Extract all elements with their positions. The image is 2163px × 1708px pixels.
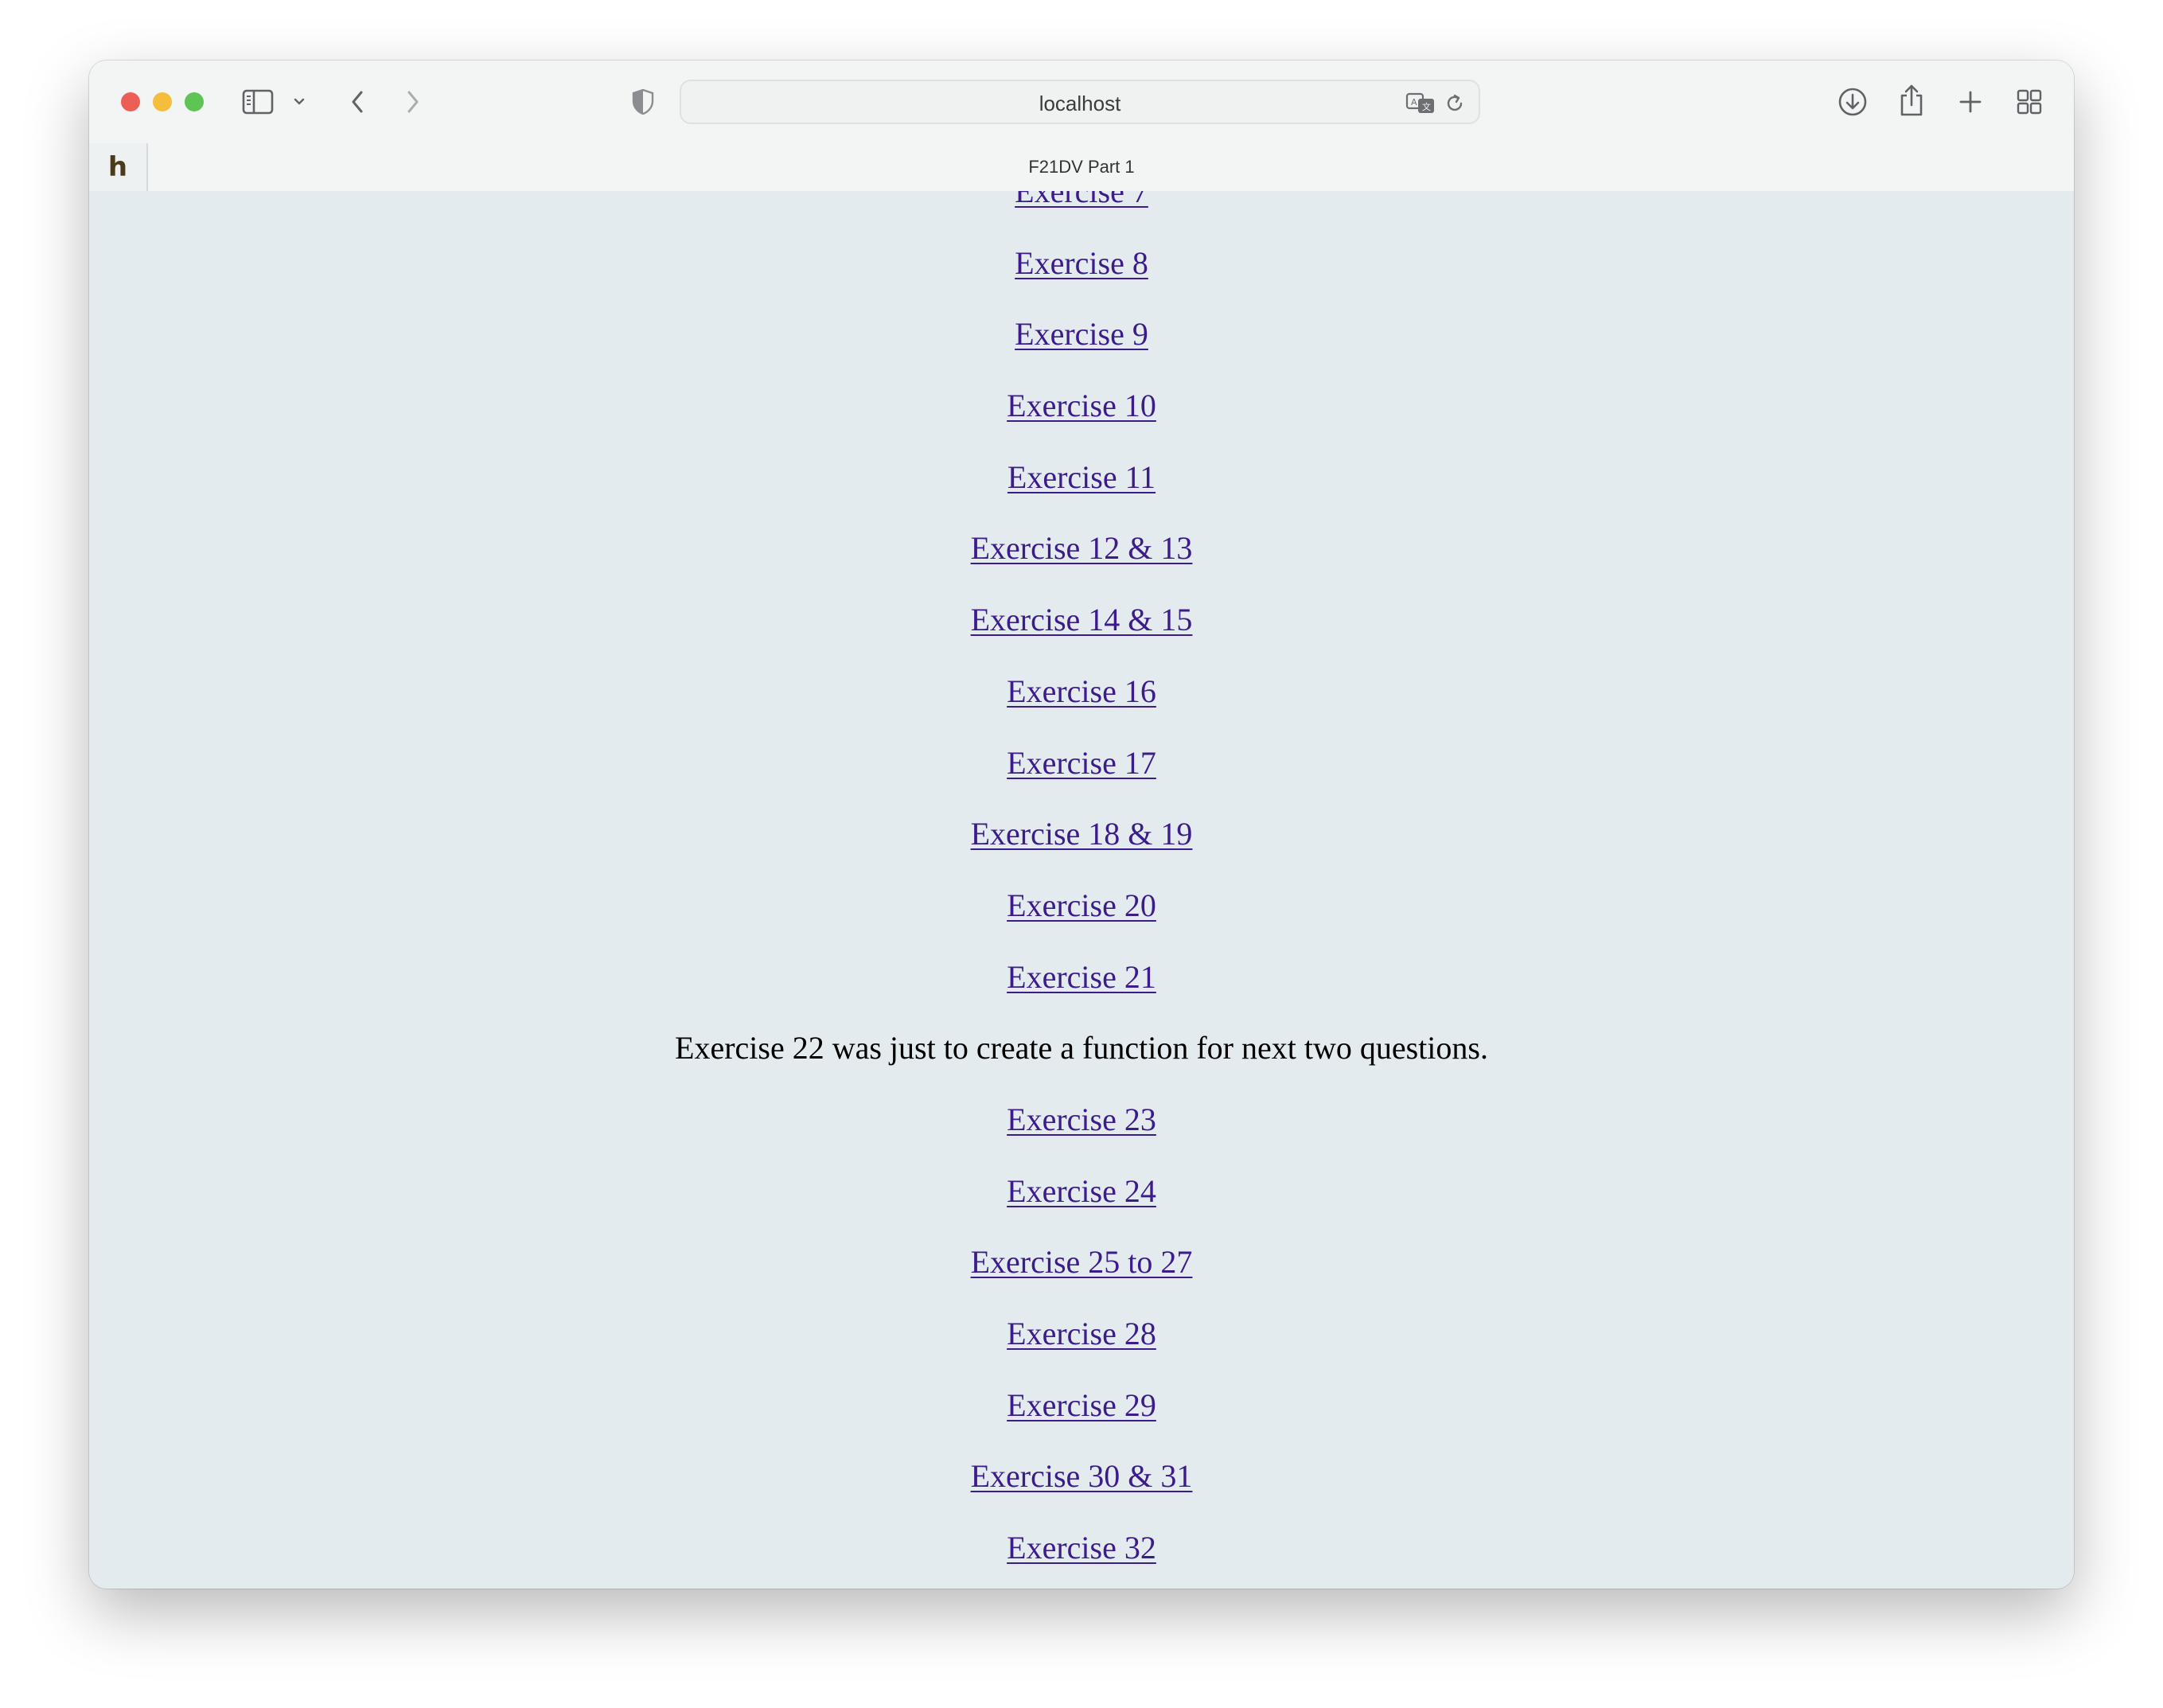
list-item: Exercise 11 [89,442,2074,513]
grid-icon[interactable] [2015,86,2044,118]
list-item: Exercise 23 [89,1084,2074,1156]
svg-text:文: 文 [1422,101,1431,112]
list-item: Exercise 9 [89,298,2074,370]
exercise-16-link[interactable]: Exercise 16 [1007,673,1156,709]
exercise-25-27-link[interactable]: Exercise 25 to 27 [971,1244,1193,1280]
browser-window: localhost A 文 F21DV Part 1 h Exercise 7 … [89,60,2074,1589]
exercise-11-link[interactable]: Exercise 11 [1007,459,1156,495]
list-item: Exercise 32 [89,1512,2074,1584]
exercise-29-link[interactable]: Exercise 29 [1007,1387,1156,1423]
close-window-button[interactable] [121,92,140,111]
svg-text:A: A [1411,97,1417,107]
minimize-window-button[interactable] [153,92,172,111]
list-item: Exercise 20 [89,870,2074,942]
exercise-18-19-link[interactable]: Exercise 18 & 19 [971,816,1193,852]
maximize-window-button[interactable] [185,92,204,111]
exercise-8-link[interactable]: Exercise 8 [1015,245,1148,281]
exercise-list: Exercise 7 Exercise 8 Exercise 9 Exercis… [89,191,2074,1584]
chevron-down-icon[interactable] [291,92,307,111]
list-item: Exercise 12 & 13 [89,513,2074,584]
list-item: Exercise 22 was just to create a functio… [89,1012,2074,1084]
list-item: Exercise 29 [89,1370,2074,1441]
list-item: Exercise 25 to 27 [89,1226,2074,1298]
favicon-letter: h [107,151,128,183]
exercise-23-link[interactable]: Exercise 23 [1007,1102,1156,1137]
reload-icon[interactable] [1442,91,1467,116]
sidebar-icon[interactable] [242,88,274,116]
list-item: Exercise 18 & 19 [89,798,2074,870]
exercise-21-link[interactable]: Exercise 21 [1007,959,1156,995]
list-item: Exercise 28 [89,1298,2074,1370]
list-item: Exercise 14 & 15 [89,584,2074,656]
share-icon[interactable] [1897,81,1926,119]
tab-title[interactable]: F21DV Part 1 [89,143,2074,191]
list-item: Exercise 17 [89,727,2074,799]
exercise-14-15-link[interactable]: Exercise 14 & 15 [971,602,1193,638]
exercise-30-31-link[interactable]: Exercise 30 & 31 [971,1458,1193,1494]
exercise-7-link[interactable]: Exercise 7 [1015,191,1148,209]
plus-icon[interactable] [1956,86,1985,118]
list-item: Exercise 30 & 31 [89,1441,2074,1512]
list-item: Exercise 24 [89,1156,2074,1227]
browser-toolbar: localhost A 文 [89,60,2074,143]
tab-bar: F21DV Part 1 h [89,143,2074,193]
exercise-32-link[interactable]: Exercise 32 [1007,1530,1156,1566]
exercise-12-13-link[interactable]: Exercise 12 & 13 [971,530,1193,566]
exercise-28-link[interactable]: Exercise 28 [1007,1316,1156,1351]
exercise-22-note: Exercise 22 was just to create a functio… [675,1030,1488,1067]
pinned-tab[interactable]: h [89,143,148,191]
exercise-17-link[interactable]: Exercise 17 [1007,745,1156,781]
download-icon[interactable] [1837,84,1869,119]
exercise-9-link[interactable]: Exercise 9 [1015,316,1148,352]
page-content: Exercise 7 Exercise 8 Exercise 9 Exercis… [89,191,2074,1589]
address-bar[interactable]: localhost A 文 [680,80,1480,124]
list-item: Exercise 8 [89,228,2074,299]
list-item: Exercise 21 [89,942,2074,1013]
translate-icon[interactable]: A 文 [1405,91,1436,116]
list-item: Exercise 7 [89,191,2074,228]
exercise-20-link[interactable]: Exercise 20 [1007,887,1156,923]
list-item: Exercise 16 [89,656,2074,727]
shield-icon[interactable] [630,88,656,116]
url-text: localhost [1039,92,1121,115]
exercise-10-link[interactable]: Exercise 10 [1007,388,1156,423]
list-item: Exercise 10 [89,370,2074,442]
exercise-24-link[interactable]: Exercise 24 [1007,1173,1156,1209]
chevron-left-icon[interactable] [345,86,369,118]
chevron-right-icon[interactable] [401,86,425,118]
